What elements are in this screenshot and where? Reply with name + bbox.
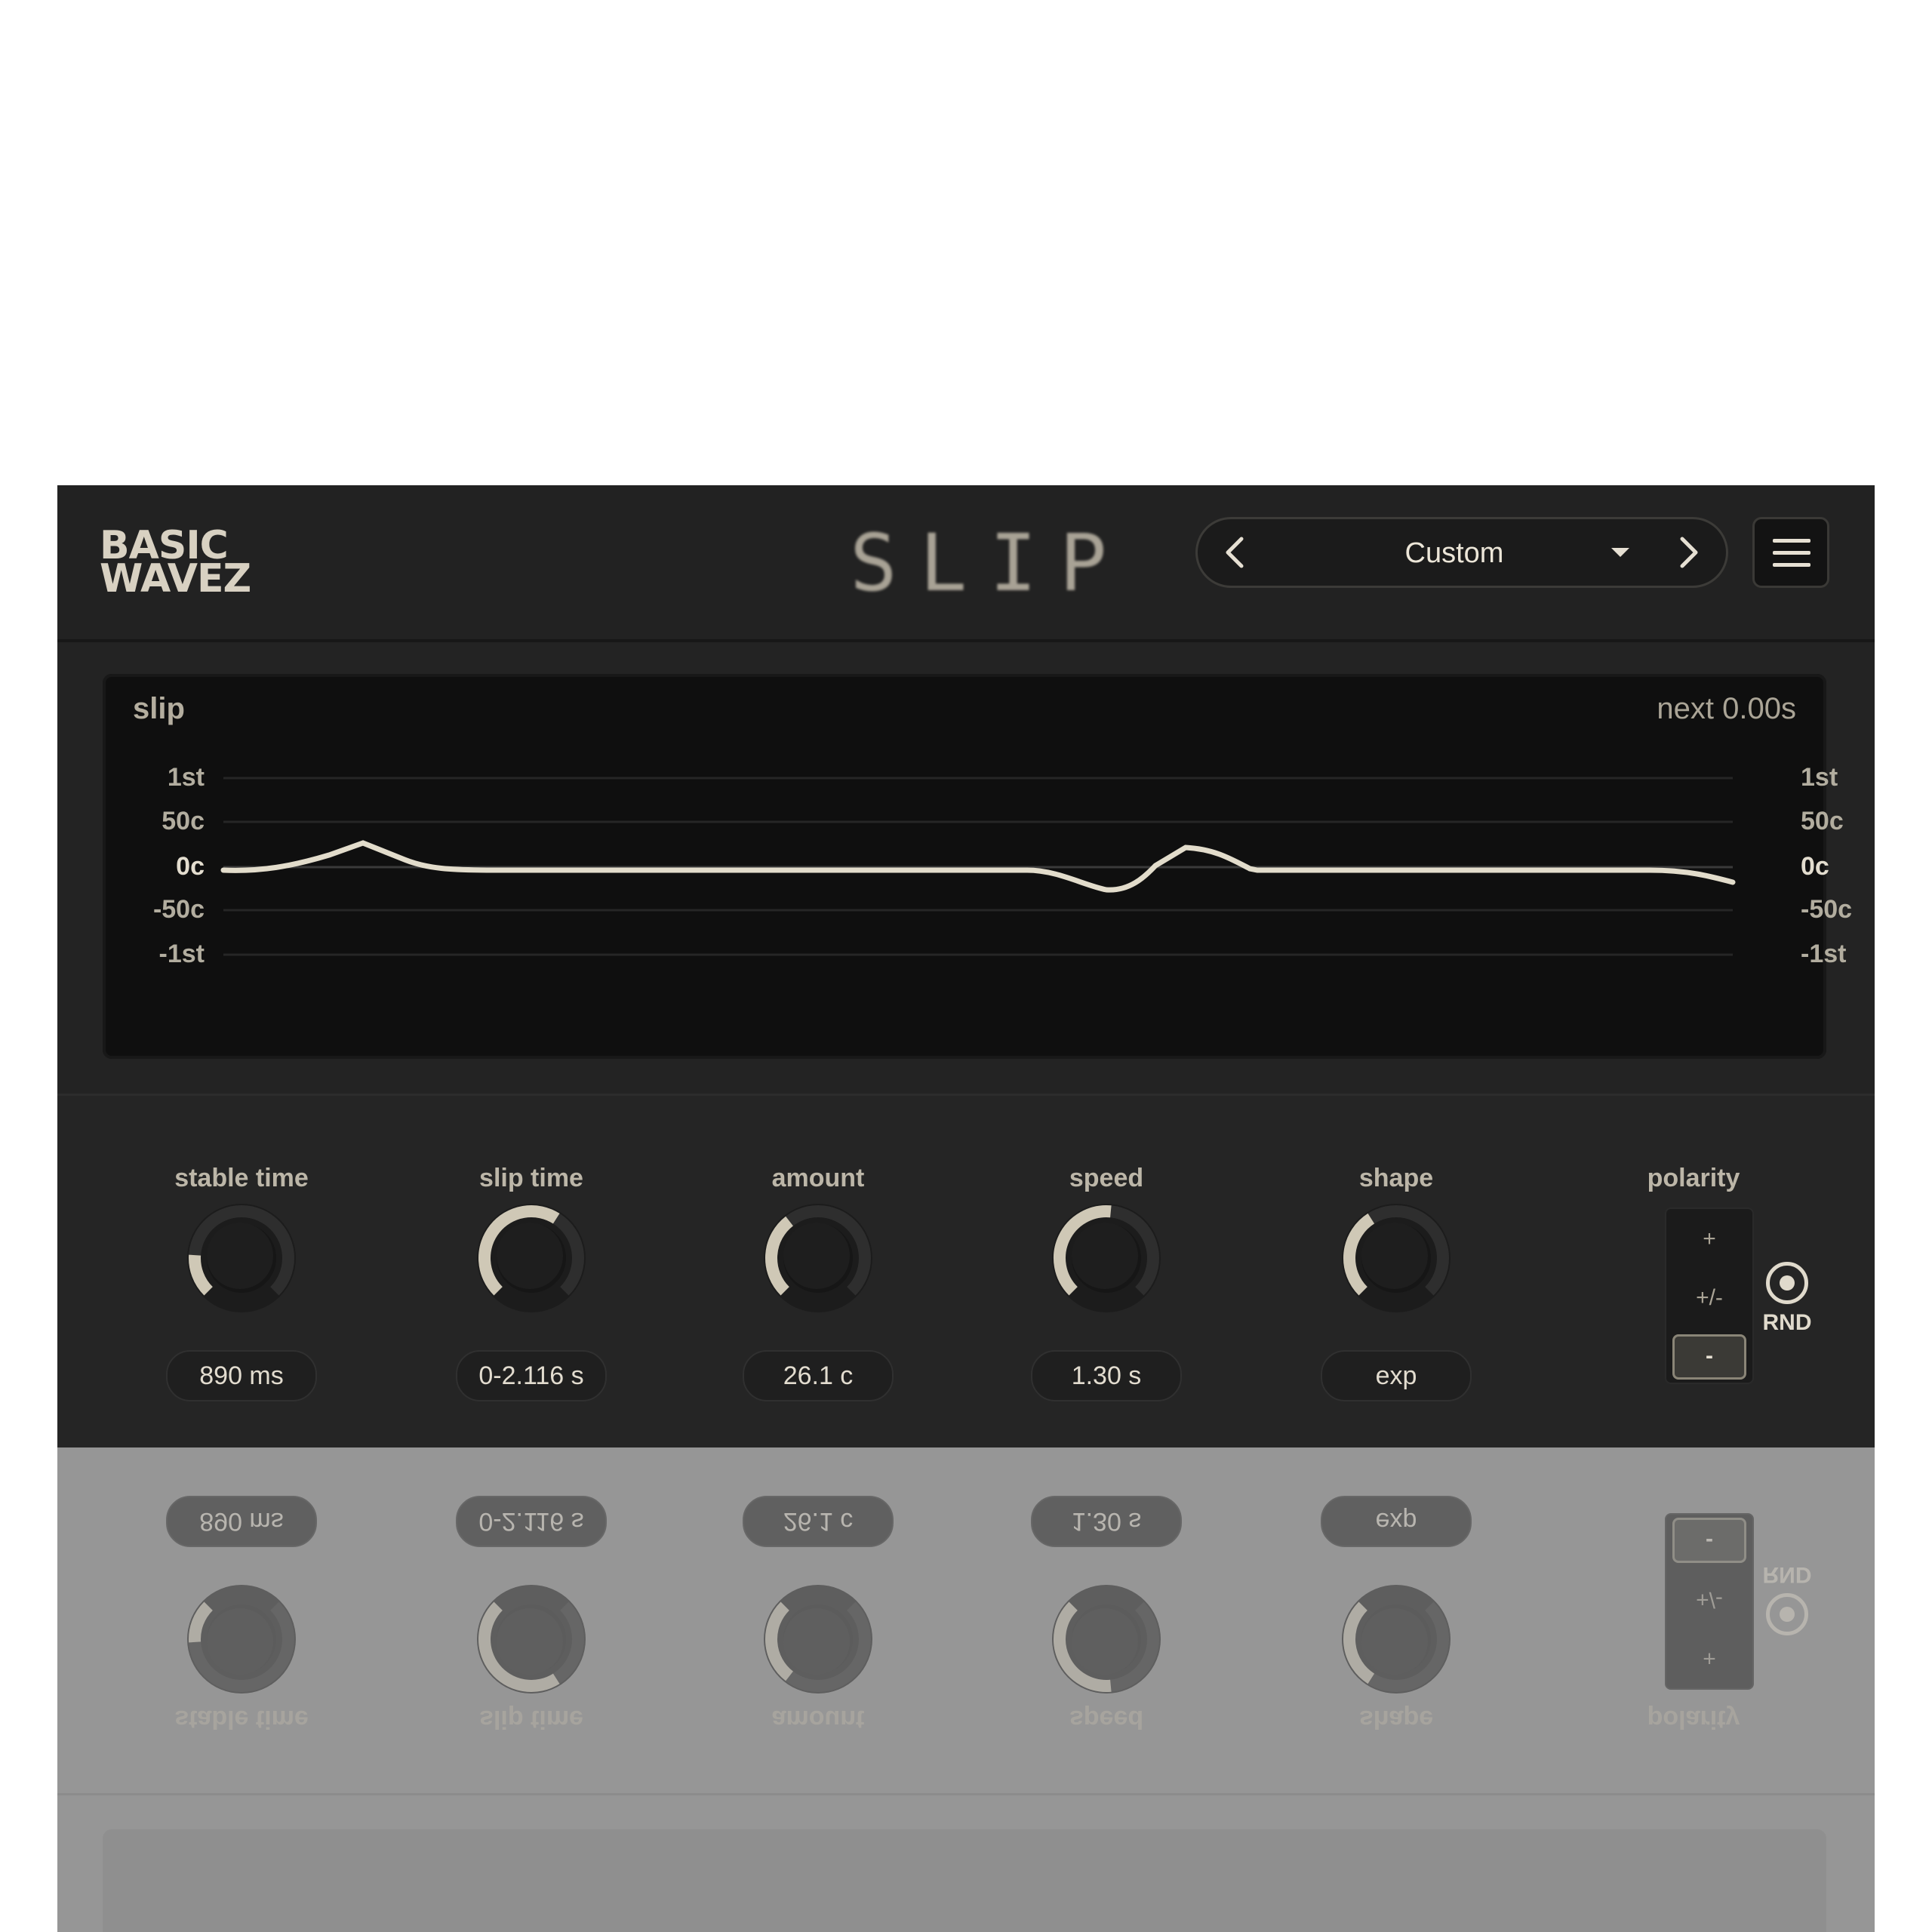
polarity-option-plus[interactable]: + <box>1672 1217 1746 1262</box>
preset-selector[interactable]: Custom <box>1195 517 1728 588</box>
y-axis-label-left: 50c <box>162 807 205 835</box>
chevron-left-icon <box>1226 537 1244 568</box>
product-title: SLIP <box>850 517 1130 609</box>
plugin-window: BASIC WAVEZ SLIP Custom slip next 0.00s … <box>57 485 1875 1447</box>
y-axis-label-left: 1st <box>167 763 205 792</box>
stable-time-value[interactable]: 890 ms <box>166 1350 317 1401</box>
hamburger-icon-bar <box>1773 563 1810 567</box>
amount-knob[interactable] <box>761 1201 875 1315</box>
reflected-polarity-option-both: +/- <box>1696 1587 1723 1612</box>
amount-value[interactable]: 26.1 c <box>743 1350 894 1401</box>
reflected-speed-value: 1.30 s <box>1031 1496 1182 1547</box>
slip-time-label: slip time <box>479 1164 583 1192</box>
reflected-stable-time-value: 890 ms <box>166 1496 317 1547</box>
y-axis-label-right: -50c <box>1801 895 1853 924</box>
next-preset-button[interactable] <box>1667 531 1709 574</box>
previous-preset-button[interactable] <box>1214 531 1257 574</box>
reflected-polarity-option-plus: + <box>1703 1646 1716 1671</box>
hamburger-icon-bar <box>1773 551 1810 555</box>
reflected-speed-label: speed <box>1069 1705 1144 1734</box>
polarity-option-both[interactable]: +/- <box>1672 1275 1746 1321</box>
speed-knob[interactable] <box>1050 1201 1163 1315</box>
reflected-rnd-label: RND <box>1762 1562 1812 1587</box>
reflected-shape-knob <box>1340 1583 1453 1696</box>
slip-time-value[interactable]: 0-2.116 s <box>456 1350 607 1401</box>
speed-label: speed <box>1069 1164 1144 1192</box>
shape-value[interactable]: exp <box>1321 1350 1472 1401</box>
menu-button[interactable] <box>1752 517 1829 588</box>
polarity-label: polarity <box>1647 1164 1740 1192</box>
rnd-label: RND <box>1762 1310 1812 1335</box>
reflected-speed-knob <box>1050 1583 1163 1696</box>
reflected-polarity-label: polarity <box>1647 1705 1740 1734</box>
y-axis-label-left: 0c <box>176 852 205 881</box>
mirror-reflection: stable time 890 ms slip time 0-2.116 s a… <box>57 1447 1875 1932</box>
pitch-curve-graph <box>220 777 1736 956</box>
reflected-amount-value: 26.1 c <box>743 1496 894 1547</box>
preset-name[interactable]: Custom <box>1334 537 1575 570</box>
polarity-selector: + +/- - <box>1665 1208 1754 1384</box>
speed-value[interactable]: 1.30 s <box>1031 1350 1182 1401</box>
reflected-display <box>103 1829 1826 1932</box>
reflected-rnd-toggle <box>1766 1593 1808 1635</box>
y-axis-label-left: -50c <box>152 895 205 924</box>
pitch-display: slip next 0.00s 1st 1st 50c 50c 0c 0c -50c -50c… <box>103 674 1852 1059</box>
y-axis-label-right: 0c <box>1801 852 1829 881</box>
stable-time-label: stable time <box>174 1164 309 1192</box>
header-bar: BASIC WAVEZ SLIP Custom <box>57 485 1875 642</box>
reflected-polarity-option-minus: - <box>1672 1518 1746 1563</box>
reflected-shape-label: shape <box>1358 1705 1434 1734</box>
reflected-shape-value: exp <box>1321 1496 1472 1547</box>
reflection-divider <box>57 1793 1875 1795</box>
amount-label: amount <box>771 1164 865 1192</box>
shape-label: shape <box>1358 1164 1434 1192</box>
chevron-right-icon <box>1680 537 1698 568</box>
y-axis-label-right: -1st <box>1801 940 1847 968</box>
logo-line-2: WAVEZ <box>100 556 251 601</box>
polarity-option-minus[interactable]: - <box>1672 1334 1746 1380</box>
reflected-stable-time-knob <box>185 1583 298 1696</box>
stable-time-knob[interactable] <box>185 1201 298 1315</box>
caret-down-icon[interactable] <box>1611 548 1629 557</box>
brand-logo: BASIC WAVEZ <box>100 526 281 601</box>
reflected-slip-time-label: slip time <box>479 1705 583 1734</box>
shape-knob[interactable] <box>1340 1201 1453 1315</box>
hamburger-icon <box>1773 539 1810 543</box>
slip-time-knob[interactable] <box>475 1201 588 1315</box>
y-axis-label-right: 50c <box>1801 807 1844 835</box>
reflected-amount-label: amount <box>771 1705 865 1734</box>
controls-panel: stable time 890 ms slip time 0-2.116 s a… <box>57 1094 1875 1447</box>
rnd-toggle[interactable] <box>1766 1262 1808 1304</box>
y-axis-label-left: -1st <box>158 940 205 968</box>
reflected-polarity-selector: + +/- - <box>1665 1513 1754 1690</box>
y-axis-label-right: 1st <box>1801 763 1838 792</box>
reflected-stable-time-label: stable time <box>174 1705 309 1734</box>
reflected-controls: stable time 890 ms slip time 0-2.116 s a… <box>57 1447 1875 1801</box>
reflected-slip-time-value: 0-2.116 s <box>456 1496 607 1547</box>
reflected-amount-knob <box>761 1583 875 1696</box>
reflected-slip-time-knob <box>475 1583 588 1696</box>
